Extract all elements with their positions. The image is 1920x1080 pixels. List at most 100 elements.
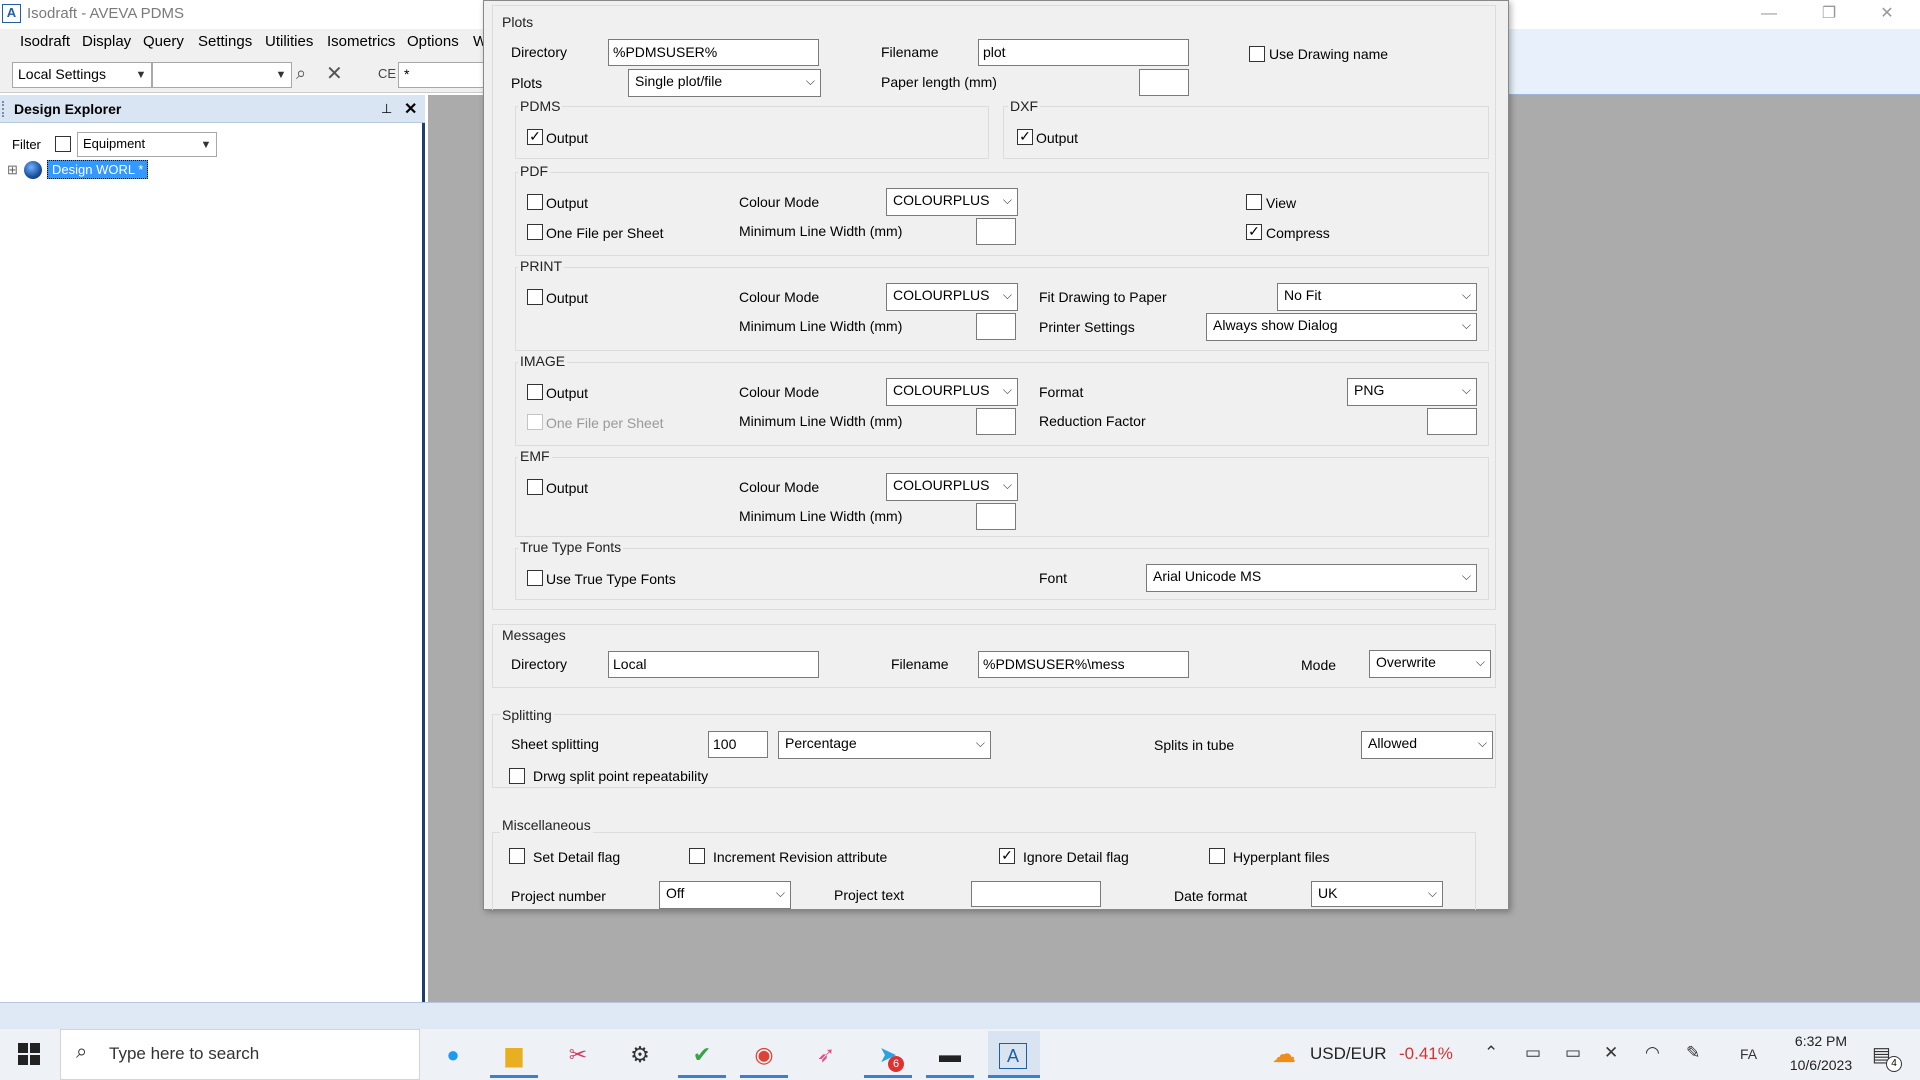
split-repeatability-checkbox[interactable] bbox=[509, 768, 525, 784]
meet-now-icon[interactable]: ▭ bbox=[1525, 1043, 1541, 1063]
print-colour-mode-select[interactable]: COLOURPLUS ⌵ bbox=[886, 283, 1018, 311]
snip-tool-icon[interactable]: ✂ bbox=[562, 1040, 594, 1070]
reduction-factor-input[interactable] bbox=[1427, 408, 1477, 435]
settings-combo[interactable]: Local Settings ▼ bbox=[12, 62, 152, 88]
language-indicator[interactable]: FA bbox=[1740, 1046, 1757, 1062]
wifi-icon[interactable]: ◠ bbox=[1645, 1043, 1660, 1063]
messages-mode-select[interactable]: Overwrite ⌵ bbox=[1369, 650, 1491, 678]
printer-settings-select[interactable]: Always show Dialog ⌵ bbox=[1206, 313, 1477, 341]
second-combo[interactable]: ▼ bbox=[152, 62, 292, 88]
pdf-view-checkbox[interactable] bbox=[1246, 194, 1262, 210]
plots-directory-label: Directory bbox=[511, 44, 568, 60]
aveva-app-icon[interactable]: A bbox=[999, 1043, 1027, 1069]
settings-combo-value: Local Settings bbox=[18, 66, 106, 82]
sheet-splitting-unit-value: Percentage bbox=[785, 735, 857, 751]
ticker-name[interactable]: USD/EUR bbox=[1310, 1044, 1387, 1064]
menu-options[interactable]: Options bbox=[407, 33, 459, 50]
emf-min-line-input[interactable] bbox=[976, 503, 1016, 530]
splits-in-tube-select[interactable]: Allowed ⌵ bbox=[1361, 731, 1493, 759]
emf-title: EMF bbox=[518, 448, 552, 464]
menu-utilities[interactable]: Utilities bbox=[265, 33, 313, 50]
active-indicator bbox=[678, 1075, 726, 1078]
fit-drawing-select[interactable]: No Fit ⌵ bbox=[1277, 283, 1477, 311]
project-text-input[interactable] bbox=[971, 881, 1101, 907]
splitting-title: Splitting bbox=[500, 707, 554, 723]
print-output-checkbox[interactable] bbox=[527, 289, 543, 305]
pen-icon[interactable]: ✎ bbox=[1686, 1043, 1700, 1063]
plots-type-select[interactable]: Single plot/file ⌵ bbox=[628, 69, 821, 97]
image-output-checkbox[interactable] bbox=[527, 384, 543, 400]
tree-expand-icon[interactable]: ⊞ bbox=[7, 162, 18, 178]
use-drawing-name-checkbox[interactable] bbox=[1249, 46, 1265, 62]
pdf-min-line-input[interactable] bbox=[976, 218, 1016, 245]
menu-query[interactable]: Query bbox=[143, 33, 184, 50]
close-panel-icon[interactable]: ✕ bbox=[404, 99, 417, 119]
sheet-splitting-input[interactable]: 100 bbox=[708, 731, 768, 758]
menu-settings[interactable]: Settings bbox=[198, 33, 252, 50]
minimize-button[interactable]: — bbox=[1740, 0, 1798, 29]
pdf-compress-checkbox[interactable]: ✓ bbox=[1246, 224, 1262, 240]
restore-button[interactable]: ❐ bbox=[1800, 0, 1858, 29]
pdf-colour-mode-value: COLOURPLUS bbox=[893, 192, 990, 208]
twitter-icon[interactable]: ● bbox=[437, 1040, 469, 1070]
emf-colour-mode-select[interactable]: COLOURPLUS ⌵ bbox=[886, 473, 1018, 501]
menu-display[interactable]: Display bbox=[82, 33, 131, 50]
increment-revision-checkbox[interactable] bbox=[689, 848, 705, 864]
settings-gear-icon[interactable]: ⚙ bbox=[624, 1040, 656, 1070]
chrome-icon[interactable]: ◉ bbox=[748, 1040, 780, 1070]
filter-checkbox[interactable] bbox=[55, 136, 71, 152]
plots-directory-input[interactable]: %PDMSUSER% bbox=[608, 39, 819, 66]
tree-root-design-world[interactable]: Design WORL * bbox=[47, 160, 149, 179]
messages-filename-label: Filename bbox=[891, 656, 949, 672]
messages-filename-input[interactable]: %PDMSUSER%\mess bbox=[978, 651, 1189, 678]
task-app-icon[interactable]: ✔ bbox=[686, 1040, 718, 1070]
image-min-line-input[interactable] bbox=[976, 408, 1016, 435]
filter-combo[interactable]: Equipment ▼ bbox=[77, 132, 217, 157]
pdf-min-line-label: Minimum Line Width (mm) bbox=[739, 223, 903, 239]
globe-icon bbox=[24, 161, 42, 179]
binoculars-icon[interactable]: ⌕ bbox=[296, 63, 318, 85]
kite-app-icon[interactable]: ➶ bbox=[810, 1040, 842, 1070]
windows-start-icon[interactable] bbox=[18, 1043, 40, 1065]
print-output-label: Output bbox=[546, 290, 589, 306]
project-number-select[interactable]: Off ⌵ bbox=[659, 881, 791, 909]
menu-isometrics[interactable]: Isometrics bbox=[327, 33, 395, 50]
emf-output-label: Output bbox=[546, 480, 589, 496]
set-detail-checkbox[interactable] bbox=[509, 848, 525, 864]
dxf-output-checkbox[interactable]: ✓ bbox=[1017, 129, 1033, 145]
battery-icon[interactable]: ▭ bbox=[1565, 1043, 1581, 1063]
chevron-up-icon[interactable]: ⌃ bbox=[1484, 1043, 1498, 1063]
ce-input[interactable]: * bbox=[398, 62, 488, 88]
image-min-line-label: Minimum Line Width (mm) bbox=[739, 413, 903, 429]
hyperplant-checkbox[interactable] bbox=[1209, 848, 1225, 864]
volume-muted-icon[interactable]: ✕ bbox=[1604, 1043, 1618, 1063]
chevron-down-icon: ⌵ bbox=[1427, 886, 1437, 900]
emf-output-checkbox[interactable] bbox=[527, 479, 543, 495]
print-min-line-input[interactable] bbox=[976, 313, 1016, 340]
date-format-select[interactable]: UK ⌵ bbox=[1311, 881, 1443, 907]
image-colour-mode-select[interactable]: COLOURPLUS ⌵ bbox=[886, 378, 1018, 406]
file-explorer-icon[interactable]: ▆ bbox=[498, 1040, 530, 1070]
font-select[interactable]: Arial Unicode MS ⌵ bbox=[1146, 564, 1477, 592]
image-format-select[interactable]: PNG ⌵ bbox=[1347, 378, 1477, 406]
date-format-label: Date format bbox=[1174, 888, 1248, 904]
sheet-splitting-unit-select[interactable]: Percentage ⌵ bbox=[778, 731, 991, 759]
paper-length-input[interactable] bbox=[1139, 69, 1189, 96]
print-colour-mode-value: COLOURPLUS bbox=[893, 287, 990, 303]
grip-icon[interactable] bbox=[2, 101, 5, 117]
plots-filename-input[interactable]: plot bbox=[978, 39, 1189, 66]
messages-directory-input[interactable]: Local bbox=[608, 651, 819, 678]
pdf-colour-mode-select[interactable]: COLOURPLUS ⌵ bbox=[886, 188, 1018, 216]
close-button[interactable]: ✕ bbox=[1858, 0, 1916, 29]
ignore-detail-checkbox[interactable]: ✓ bbox=[999, 848, 1015, 864]
clock-date[interactable]: 10/6/2023 bbox=[1770, 1057, 1872, 1073]
pin-icon[interactable]: ⊥ bbox=[381, 101, 392, 117]
clear-icon[interactable]: ✕ bbox=[326, 61, 348, 85]
pdf-output-checkbox[interactable] bbox=[527, 194, 543, 210]
use-ttf-checkbox[interactable] bbox=[527, 570, 543, 586]
clock-time[interactable]: 6:32 PM bbox=[1770, 1033, 1872, 1049]
terminal-icon[interactable]: ▬ bbox=[934, 1040, 966, 1070]
pdf-one-file-checkbox[interactable] bbox=[527, 224, 543, 240]
menu-isodraft[interactable]: Isodraft bbox=[20, 33, 70, 50]
pdms-output-checkbox[interactable]: ✓ bbox=[527, 129, 543, 145]
